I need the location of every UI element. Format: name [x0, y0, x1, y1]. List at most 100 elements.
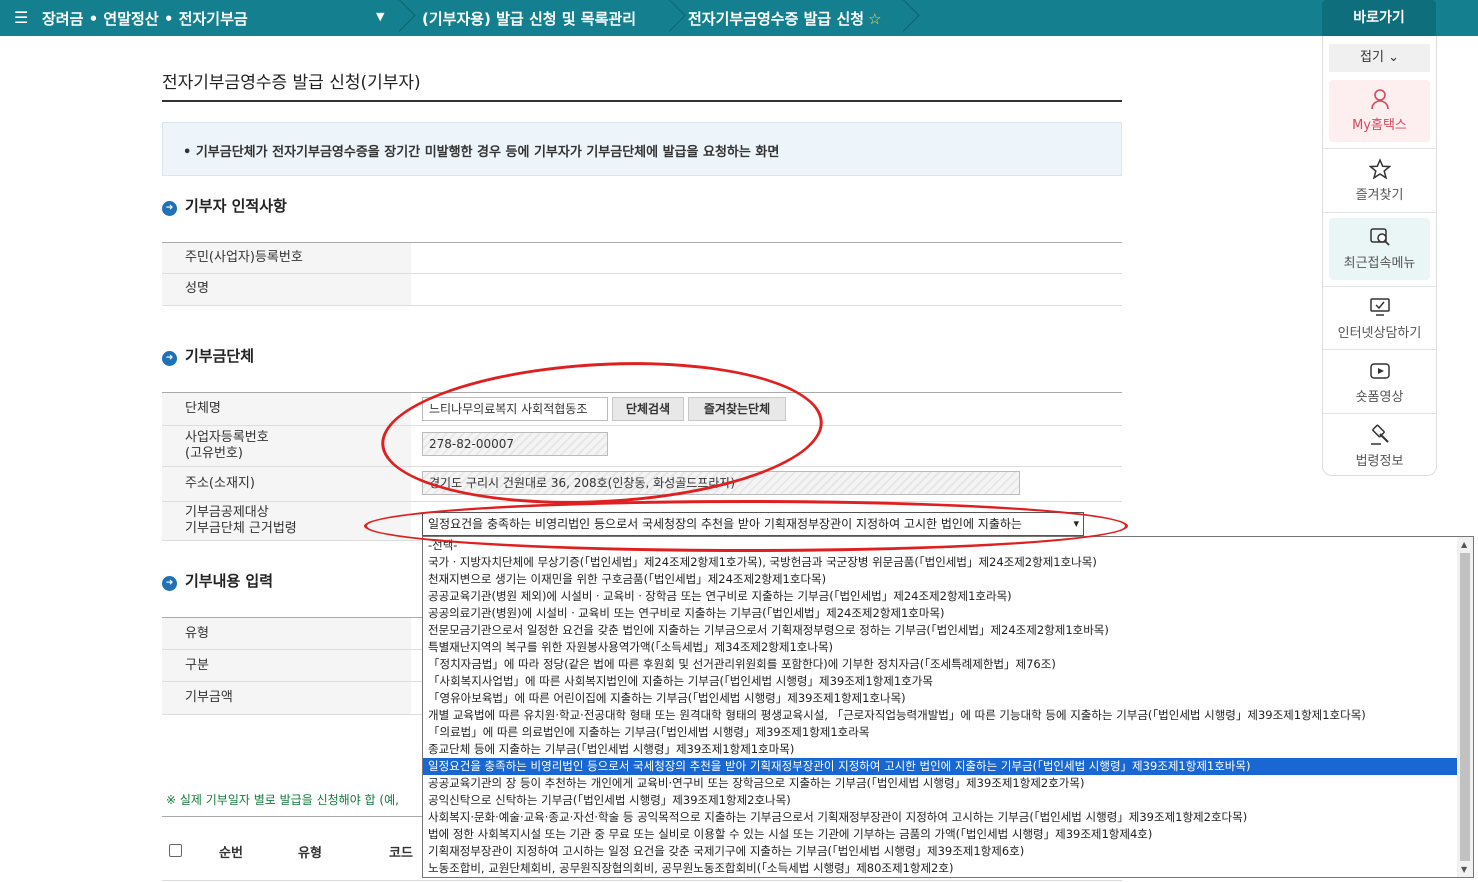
fold-button[interactable]: 접기 ⌄ [1329, 44, 1430, 72]
person-icon [1370, 89, 1389, 110]
rrn-label: 주민(사업자)등록번호 [162, 243, 411, 273]
law-basis-label-line2: 기부금단체 근거법령 [185, 521, 297, 536]
dropdown-option[interactable]: 「정치자금법」에 따라 정당(같은 법에 따른 후원회 및 선거관리위원회를 포… [423, 656, 1473, 673]
dropdown-option[interactable]: 공공교육기관(병원 제외)에 시설비ㆍ교육비ㆍ장학금 또는 연구비로 지출하는 … [423, 588, 1473, 605]
row-divider [162, 880, 1122, 881]
name-label: 성명 [162, 274, 411, 305]
divider [1323, 212, 1436, 213]
dropdown-option[interactable]: 공공교육기관의 장 등이 추천하는 개인에게 교육비·연구비 또는 장학금으로 … [423, 775, 1473, 792]
business-number-label: 사업자등록번호 (고유번호) [162, 426, 411, 466]
favorites-label: 즐겨찾기 [1355, 188, 1404, 203]
notice-text: • 기부금단체가 전자기부금영수증을 장기간 미발행한 경우 등에 기부자가 기… [183, 145, 780, 160]
scroll-up-icon[interactable]: ▲ [1461, 540, 1467, 549]
favorites-button[interactable]: 즐겨찾기 [1329, 150, 1430, 212]
breadcrumb-separator [396, 0, 410, 36]
notice-box: • 기부금단체가 전자기부금영수증을 장기간 미발행한 경우 등에 기부자가 기… [162, 122, 1122, 176]
dropdown-option[interactable]: 국가ㆍ지방자치단체에 무상기증(「법인세법」제24조제2항제1호가목), 국방헌… [423, 554, 1473, 571]
dropdown-option[interactable]: 종교단체 등에 지출하는 기부금(「법인세법 시행령」제39조제1항제1호마목) [423, 741, 1473, 758]
dropdown-option[interactable]: 천재지변으로 생기는 이재민을 위한 구호금품(「법인세법」제24조제2항제1호… [423, 571, 1473, 588]
title-divider [162, 100, 1122, 102]
my-hometax-label: My홈택스 [1352, 118, 1407, 133]
quick-links-panel: 접기 ⌄ My홈택스 즐겨찾기 최근접속메뉴 인터넷상담하기 숏폼영상 법령정보 [1322, 36, 1437, 476]
divider [1323, 286, 1436, 287]
breadcrumb-separator [900, 0, 914, 36]
law-basis-label-line1: 기부금공제대상 [185, 505, 269, 520]
recent-menu-label: 최근접속메뉴 [1343, 256, 1416, 271]
dropdown-option[interactable]: 공공의료기관(병원)에 시설비ㆍ교육비 또는 연구비로 지출하는 기부금(「법인… [423, 605, 1473, 622]
address-label: 주소(소재지) [162, 467, 411, 501]
law-basis-select[interactable]: 일정요건을 충족하는 비영리법인 등으로서 국세청장의 추천을 받아 기획재정부… [422, 512, 1084, 536]
dropdown-option[interactable]: 노동조합비, 교원단체회비, 공무원직장협의회비, 공무원노동조합회비(「소득세… [423, 860, 1473, 877]
dropdown-option[interactable]: 특별재난지역의 복구를 위한 자원봉사용역가액(「소득세법」제34조제2항제1호… [423, 639, 1473, 656]
org-search-button[interactable]: 단체검색 [612, 397, 684, 421]
recent-menu-button[interactable]: 최근접속메뉴 [1329, 218, 1430, 280]
breadcrumb-menu[interactable]: (기부자용) 발급 신청 및 목록관리 [422, 8, 636, 29]
law-info-label: 법령정보 [1355, 454, 1404, 469]
online-consult-button[interactable]: 인터넷상담하기 [1329, 288, 1430, 350]
scrollbar[interactable]: ▲ ▼ [1457, 537, 1473, 877]
scroll-down-icon[interactable]: ▼ [1461, 865, 1467, 874]
divider [1323, 413, 1436, 414]
my-hometax-button[interactable]: My홈택스 [1329, 80, 1430, 142]
quick-links-header[interactable]: 바로가기 [1322, 0, 1436, 36]
section-donation-detail: ➜ 기부내용 입력 [162, 570, 273, 591]
dropdown-option[interactable]: -선택- [423, 537, 1473, 554]
column-header-seq: 순번 [219, 846, 243, 861]
select-all-checkbox[interactable] [169, 844, 182, 857]
chevron-down-icon[interactable]: ▼ [376, 10, 384, 23]
divider [1323, 349, 1436, 350]
business-number-field: 278-82-00007 [422, 432, 608, 456]
star-icon[interactable]: ☆ [868, 10, 881, 28]
dropdown-option[interactable]: 공익신탁으로 신탁하는 기부금(「법인세법 시행령」제39조제1항제2호나목) [423, 792, 1473, 809]
star-outline-icon [1368, 158, 1391, 180]
favorite-org-button[interactable]: 즐겨찾는단체 [688, 397, 786, 421]
dropdown-option[interactable]: 「사회복지사업법」에 따른 사회복지법인에 지출하는 기부금(「법인세법 시행령… [423, 673, 1473, 690]
dropdown-options: -선택- 국가ㆍ지방자치단체에 무상기증(「법인세법」제24조제2항제1호가목),… [423, 537, 1473, 877]
breadcrumb-current: 전자기부금영수증 발급 신청 ☆ [688, 8, 882, 29]
dropdown-option[interactable]: 법에 정한 사회복지시설 또는 기관 중 무료 또는 실비로 이용할 수 있는 … [423, 826, 1473, 843]
org-name-input[interactable]: 느티나무의료복지 사회적협동조 [422, 397, 608, 421]
play-icon [1369, 363, 1390, 379]
section-organization: ➜ 기부금단체 [162, 345, 254, 366]
law-info-button[interactable]: 법령정보 [1329, 416, 1430, 478]
section-detail-title: 기부내용 입력 [185, 572, 274, 590]
law-basis-selected: 일정요건을 충족하는 비영리법인 등으로서 국세청장의 추천을 받아 기획재정부… [428, 517, 1022, 531]
dropdown-option[interactable]: 개별 교육법에 따른 유치원·학교·전공대학 형태 또는 원격대학 형태의 평생… [423, 707, 1473, 724]
breadcrumb-current-label: 전자기부금영수증 발급 신청 [688, 10, 865, 28]
law-basis-dropdown-list[interactable]: -선택- 국가ㆍ지방자치단체에 무상기증(「법인세법」제24조제2항제1호가목),… [422, 536, 1474, 878]
arrow-right-icon: ➜ [162, 351, 177, 366]
breadcrumb-category[interactable]: 장려금 • 연말정산 • 전자기부금 [42, 8, 248, 29]
section-organization-title: 기부금단체 [185, 347, 255, 365]
arrow-right-icon: ➜ [162, 201, 177, 216]
chevron-down-icon: ▾ [1073, 517, 1079, 530]
org-name-label: 단체명 [162, 393, 411, 425]
dropdown-option[interactable]: 「영유아보육법」에 따른 어린이집에 지출하는 기부금(「법인세법 시행령」제3… [423, 690, 1473, 707]
column-header-type: 유형 [298, 846, 322, 861]
dropdown-option[interactable]: 일정요건을 충족하는 비영리법인 등으로서 국세청장의 추천을 받아 기획재정부… [423, 758, 1473, 775]
breadcrumb-separator [666, 0, 680, 36]
recent-search-icon [1369, 228, 1390, 246]
column-header-code: 코드 [389, 846, 413, 861]
shortform-video-button[interactable]: 숏폼영상 [1329, 352, 1430, 414]
divider [1323, 148, 1436, 149]
business-number-label-line2: (고유번호) [185, 446, 243, 461]
date-notice: ※ 실제 기부일자 별로 발급을 신청해야 합 (예, [166, 793, 399, 807]
dropdown-option[interactable]: 사회복지·문화·예술·교육·종교·자선·학술 등 공익목적으로 지출하는 기부금… [423, 809, 1473, 826]
top-navigation-bar: ☰ 장려금 • 연말정산 • 전자기부금 ▼ (기부자용) 발급 신청 및 목록… [0, 0, 1478, 36]
section-donor-title: 기부자 인적사항 [185, 197, 287, 215]
menu-icon[interactable]: ☰ [14, 8, 28, 27]
dropdown-option[interactable]: 기획재정부장관이 지정하여 고시하는 일정 요건을 갖춘 국제기구에 지출하는 … [423, 843, 1473, 860]
shortform-video-label: 숏폼영상 [1355, 390, 1404, 405]
address-field: 경기도 구리시 건원대로 36, 208호(인창동, 화성골드프라자) [422, 471, 1020, 495]
monitor-icon [1369, 298, 1390, 316]
section-donor-info: ➜ 기부자 인적사항 [162, 195, 287, 216]
row-divider [162, 305, 1122, 306]
kind-label: 구분 [162, 650, 411, 681]
scrollbar-thumb[interactable] [1460, 553, 1470, 861]
page-title: 전자기부금영수증 발급 신청(기부자) [162, 73, 421, 93]
dropdown-option[interactable]: 전문모금기관으로서 일정한 요건을 갖춘 법인에 지출하는 기부금으로서 기획재… [423, 622, 1473, 639]
law-basis-label: 기부금공제대상 기부금단체 근거법령 [162, 502, 411, 540]
online-consult-label: 인터넷상담하기 [1337, 326, 1422, 341]
dropdown-option[interactable]: 「의료법」에 따른 의료법인에 지출하는 기부금(「법인세법 시행령」제39조제… [423, 724, 1473, 741]
fold-label: 접기 [1360, 50, 1384, 65]
